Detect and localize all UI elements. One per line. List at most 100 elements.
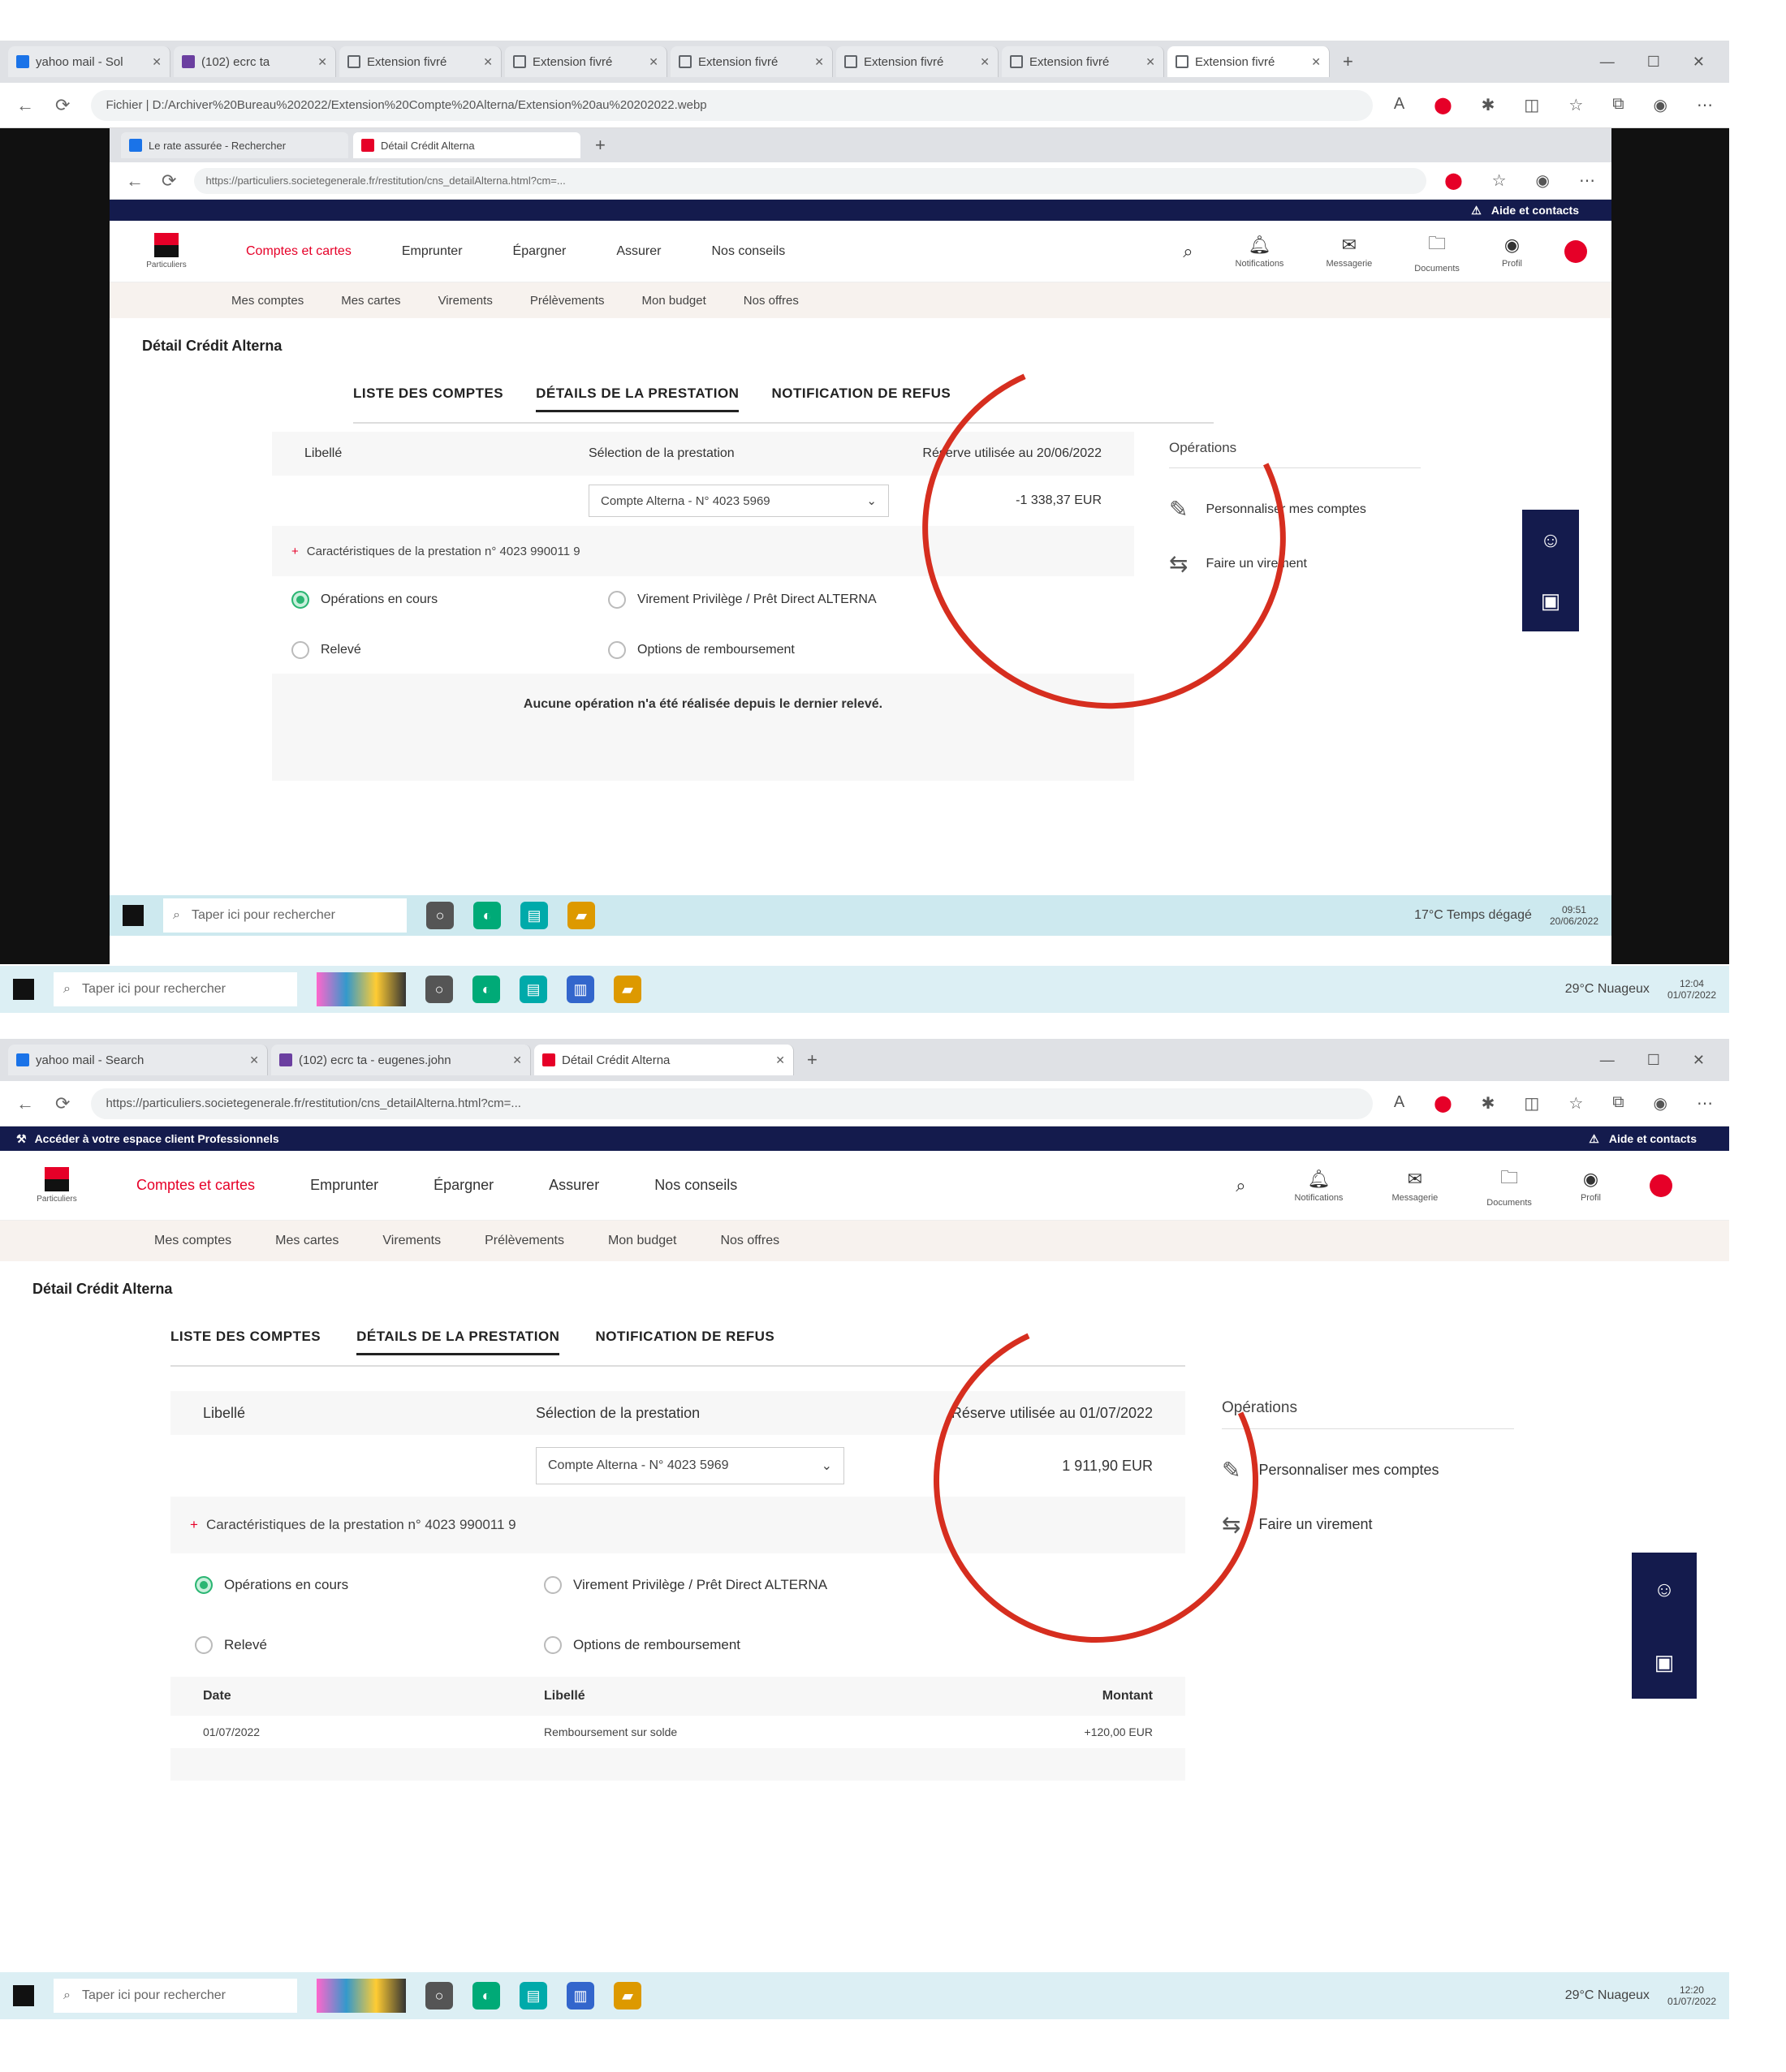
minimize-icon[interactable]: — (1600, 54, 1615, 71)
store-icon[interactable]: ▤ (520, 976, 547, 1003)
read-aloud-icon[interactable]: A (1394, 95, 1404, 115)
puzzle-icon[interactable]: ✱ (1482, 95, 1495, 115)
customize-accounts-link[interactable]: ✎ Personnaliser mes comptes (1222, 1457, 1514, 1484)
subnav-item[interactable]: Mes cartes (275, 1234, 339, 1248)
messages-button[interactable]: ✉ Messagerie (1326, 235, 1372, 269)
radio-remboursement[interactable]: Options de remboursement (544, 1636, 901, 1654)
nav-comptes[interactable]: Comptes et cartes (246, 244, 352, 259)
close-icon[interactable]: ✕ (980, 55, 990, 69)
task-view-icon[interactable]: ○ (425, 1982, 453, 2010)
refresh-icon[interactable]: ⟳ (55, 1093, 70, 1114)
close-icon[interactable]: ✕ (1145, 55, 1155, 69)
nav-assurer[interactable]: Assurer (549, 1177, 599, 1194)
nav-comptes[interactable]: Comptes et cartes (136, 1177, 255, 1194)
prestation-select[interactable]: Compte Alterna - N° 4023 5969 ⌄ (589, 485, 889, 517)
nav-epargner[interactable]: Épargner (434, 1177, 494, 1194)
clock[interactable]: 12:20 01/07/2022 (1667, 1984, 1716, 2007)
weather-widget[interactable]: 29°C Nuageux (1565, 982, 1650, 997)
refresh-icon[interactable]: ⟳ (162, 170, 176, 192)
subnav-item[interactable]: Nos offres (744, 294, 799, 308)
calendar-icon[interactable]: ▣ (1541, 588, 1561, 614)
outer-tab[interactable]: Extension fivré ✕ (836, 46, 999, 77)
photos-icon[interactable]: ▥ (567, 976, 594, 1003)
close-icon[interactable]: ✕ (649, 55, 658, 69)
weather-widget[interactable]: 29°C Nuageux (1565, 1988, 1650, 2003)
weather-widget[interactable]: 17°C Temps dégagé (1414, 908, 1532, 923)
windows-start-icon[interactable] (123, 905, 144, 926)
notifications-button[interactable]: 🔔︎ Notifications (1236, 235, 1284, 269)
split-icon[interactable]: ◫ (1524, 1093, 1539, 1114)
tab-liste-comptes[interactable]: LISTE DES COMPTES (170, 1329, 321, 1355)
clock[interactable]: 09:51 20/06/2022 (1550, 904, 1598, 927)
clock[interactable]: 12:04 01/07/2022 (1667, 978, 1716, 1001)
make-transfer-link[interactable]: ⇆ Faire un virement (1222, 1511, 1514, 1538)
close-icon[interactable]: ✕ (249, 1053, 259, 1067)
read-aloud-icon[interactable]: A (1394, 1093, 1404, 1114)
outer-tab[interactable]: (102) ecrc ta ✕ (174, 46, 336, 77)
outer-tab[interactable]: Extension fivré ✕ (505, 46, 667, 77)
more-icon[interactable]: ⋯ (1697, 95, 1713, 115)
tab-liste-comptes[interactable]: LISTE DES COMPTES (353, 386, 503, 412)
edge-icon[interactable]: ◐ (472, 1982, 500, 2010)
outer-tab[interactable]: yahoo mail - Sol ✕ (8, 46, 170, 77)
windows-start-icon[interactable] (13, 979, 34, 1000)
tab-notification-refus[interactable]: NOTIFICATION DE REFUS (771, 386, 951, 412)
calendar-icon[interactable]: ▣ (1654, 1650, 1675, 1675)
subnav-item[interactable]: Prélèvements (530, 294, 605, 308)
back-icon[interactable]: ← (126, 170, 144, 192)
outer-tab[interactable]: Extension fivré ✕ (1002, 46, 1164, 77)
search-highlight-image[interactable] (317, 972, 406, 1006)
radio-operations[interactable]: Opérations en cours (291, 591, 608, 609)
logout-button[interactable] (1650, 1174, 1672, 1197)
chat-icon[interactable]: ☺ (1540, 528, 1562, 553)
search-highlight-image[interactable] (317, 1979, 406, 2013)
chat-widget[interactable]: ☺ ▣ (1522, 510, 1579, 631)
nav-emprunter[interactable]: Emprunter (402, 244, 463, 259)
minimize-icon[interactable]: — (1600, 1052, 1615, 1069)
profile-button[interactable]: ◉ Profil (1581, 1169, 1601, 1203)
outer-tab[interactable]: yahoo mail - Search ✕ (8, 1045, 268, 1075)
taskbar-search[interactable]: ⌕ Taper ici pour rechercher (163, 898, 407, 933)
nav-epargner[interactable]: Épargner (513, 244, 567, 259)
tab-details-prestation[interactable]: DÉTAILS DE LA PRESTATION (356, 1329, 560, 1355)
chat-icon[interactable]: ☺ (1654, 1577, 1676, 1602)
inner-url-field[interactable]: https://particuliers.societegenerale.fr/… (194, 167, 1427, 194)
logout-button[interactable] (1564, 239, 1587, 263)
edge-icon[interactable]: ◐ (472, 976, 500, 1003)
collections-icon[interactable]: ⧉ (1612, 1093, 1624, 1114)
close-window-icon[interactable]: ✕ (1693, 1052, 1705, 1069)
close-icon[interactable]: ✕ (814, 55, 824, 69)
subnav-item[interactable]: Mes comptes (231, 294, 304, 308)
nav-conseils[interactable]: Nos conseils (711, 244, 785, 259)
subnav-item[interactable]: Mon budget (608, 1234, 677, 1248)
task-view-icon[interactable]: ○ (426, 902, 454, 929)
favorites-icon[interactable]: ☆ (1492, 170, 1507, 191)
taskbar-search[interactable]: ⌕ Taper ici pour rechercher (54, 1979, 297, 2013)
subnav-item[interactable]: Mes cartes (341, 294, 400, 308)
collections-icon[interactable]: ⧉ (1612, 95, 1624, 115)
profile-icon[interactable]: ◉ (1654, 1093, 1667, 1114)
subnav-item[interactable]: Mon budget (642, 294, 706, 308)
tab-notification-refus[interactable]: NOTIFICATION DE REFUS (595, 1329, 774, 1355)
puzzle-icon[interactable]: ✱ (1482, 1093, 1495, 1114)
close-icon[interactable]: ✕ (512, 1053, 522, 1067)
close-icon[interactable]: ✕ (775, 1053, 785, 1067)
outer-tab[interactable]: Extension fivré ✕ (671, 46, 833, 77)
radio-operations[interactable]: Opérations en cours (195, 1576, 544, 1594)
new-tab-button[interactable]: + (797, 1049, 827, 1070)
back-icon[interactable]: ← (16, 95, 34, 116)
extension-icon[interactable]: ⬤ (1444, 170, 1462, 191)
profile-button[interactable]: ◉ Profil (1502, 235, 1522, 269)
outer-tab[interactable]: (102) ecrc ta - eugenes.john ✕ (271, 1045, 531, 1075)
store-icon[interactable]: ▤ (520, 902, 548, 929)
radio-virement[interactable]: Virement Privilège / Prêt Direct ALTERNA (608, 591, 949, 609)
radio-virement[interactable]: Virement Privilège / Prêt Direct ALTERNA (544, 1576, 901, 1594)
favorites-icon[interactable]: ☆ (1568, 1093, 1583, 1114)
explorer-icon[interactable]: ▰ (567, 902, 595, 929)
task-view-icon[interactable]: ○ (425, 976, 453, 1003)
prestation-select[interactable]: Compte Alterna - N° 4023 5969 ⌄ (536, 1447, 844, 1484)
messages-button[interactable]: ✉ Messagerie (1391, 1169, 1438, 1203)
profile-icon[interactable]: ◉ (1654, 95, 1667, 115)
notifications-button[interactable]: 🔔︎ Notifications (1295, 1169, 1344, 1203)
maximize-icon[interactable]: ☐ (1647, 54, 1660, 71)
